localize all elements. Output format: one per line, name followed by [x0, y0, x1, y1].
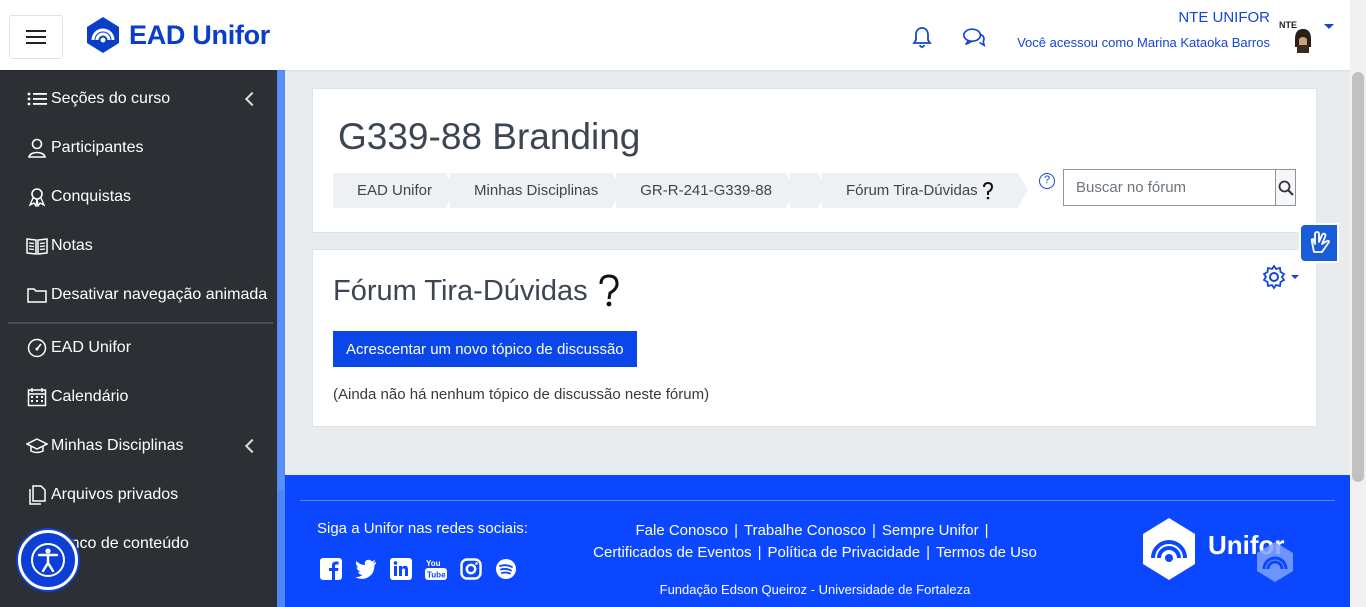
question-mark-icon	[599, 274, 619, 307]
footer-link[interactable]: Termos de Uso	[936, 544, 1037, 561]
footer: Siga a Unifor nas redes sociais: You Tube…	[285, 475, 1350, 607]
sidebar-item-participants[interactable]: Participantes	[26, 133, 144, 163]
empty-forum-message: (Ainda não há nenhum tópico de discussão…	[333, 386, 710, 403]
sidebar-divider	[8, 322, 273, 324]
breadcrumb-item[interactable]: Minhas Disciplinas	[450, 173, 623, 208]
unifor-logo-icon	[87, 17, 119, 53]
sidebar-item-label: Conquistas	[51, 188, 132, 205]
spotify-icon[interactable]	[494, 557, 517, 580]
brand-name: EAD Unifor	[129, 19, 270, 50]
sidebar-item-course-sections[interactable]: Seções do curso	[26, 84, 170, 114]
breadcrumb: EAD Unifor Minhas Disciplinas GR-R-241-G…	[333, 173, 1028, 208]
linkedin-icon[interactable]	[389, 557, 412, 580]
sidebar-item-disable-animated-nav[interactable]: Desativar navegação animada	[26, 280, 267, 310]
sidebar-item-label: Seções do curso	[51, 90, 171, 107]
foundation-text: Fundação Edson Queiroz - Universidade de…	[659, 582, 971, 597]
vlibras-button[interactable]	[1299, 223, 1339, 263]
sidebar-item-private-files[interactable]: Arquivos privados	[26, 480, 178, 510]
search-input[interactable]	[1064, 170, 1275, 205]
unifor-small-logo-icon	[1256, 542, 1293, 582]
social-label: Siga a Unifor nas redes sociais:	[317, 520, 528, 537]
page-scrollbar-thumb[interactable]	[1352, 72, 1364, 482]
accessibility-button[interactable]	[18, 530, 78, 590]
sign-language-icon	[1310, 231, 1330, 253]
chevron-down-icon[interactable]	[1324, 24, 1334, 29]
search-button[interactable]	[1275, 170, 1295, 205]
footer-divider	[300, 500, 1335, 501]
svg-text:Tube: Tube	[427, 570, 446, 579]
sidebar-item-label: Desativar navegação animada	[51, 286, 268, 303]
org-name: NTE UNIFOR	[1178, 9, 1270, 26]
twitter-icon[interactable]	[354, 557, 377, 580]
sidebar-item-my-courses[interactable]: Minhas Disciplinas	[26, 431, 184, 461]
footer-link[interactable]: Fale Conosco	[636, 522, 729, 539]
sidebar-item-calendar[interactable]: Calendário	[26, 382, 128, 412]
youtube-icon[interactable]: You Tube	[424, 557, 447, 580]
top-navbar: EAD Unifor NTE UNIFOR Você acessou como …	[0, 0, 1366, 70]
search-icon	[1278, 180, 1294, 196]
menu-toggle-button[interactable]	[9, 15, 63, 59]
sidebar-item-label: Arquivos privados	[51, 486, 179, 503]
accessibility-icon	[31, 543, 65, 577]
forum-title-text: Fórum Tira-Dúvidas	[333, 274, 588, 307]
award-icon	[26, 186, 48, 208]
user-menu[interactable]: NTE UNIFOR Você acessou como Marina Kata…	[1017, 8, 1270, 50]
footer-link[interactable]: Sempre Unifor	[882, 522, 979, 539]
sidebar-scrollbar-thumb[interactable]	[278, 70, 284, 490]
folder-icon	[26, 284, 48, 306]
social-links: You Tube	[319, 557, 517, 580]
sidebar-item-achievements[interactable]: Conquistas	[26, 182, 131, 212]
instagram-icon[interactable]	[459, 557, 482, 580]
facebook-icon[interactable]	[319, 557, 342, 580]
gear-icon	[1262, 264, 1286, 290]
breadcrumb-item[interactable]: EAD Unifor	[333, 173, 457, 208]
sidebar-item-label: EAD Unifor	[51, 339, 132, 356]
svg-text:You: You	[426, 559, 441, 568]
avatar[interactable]: NTE	[1279, 17, 1315, 53]
logged-in-as: Você acessou como Marina Kataoka Barros	[1017, 35, 1270, 50]
sidebar-item-label: Minhas Disciplinas	[51, 437, 184, 454]
sidebar-item-label: Notas	[51, 237, 93, 254]
footer-logo[interactable]: Unifor	[1140, 515, 1295, 583]
brand-logo[interactable]: EAD Unifor	[85, 14, 270, 56]
forum-search	[1063, 169, 1296, 206]
page-title: G339-88 Branding	[338, 116, 641, 157]
dashboard-icon	[26, 337, 48, 359]
forum-card: Fórum Tira-Dúvidas Acrescentar um novo t…	[312, 249, 1317, 427]
sidebar-item-ead-unifor[interactable]: EAD Unifor	[26, 333, 131, 363]
hamburger-icon	[26, 36, 46, 38]
add-discussion-button[interactable]: Acrescentar um novo tópico de discussão	[333, 331, 637, 367]
avatar-label: NTE	[1279, 20, 1297, 30]
forum-settings-menu[interactable]	[1261, 264, 1299, 290]
question-mark-icon	[982, 181, 993, 199]
chevron-down-icon	[1291, 275, 1299, 279]
unifor-logo-icon	[1143, 518, 1195, 580]
files-icon	[26, 484, 48, 506]
breadcrumb-item[interactable]: GR-R-241-G339-88	[616, 173, 796, 208]
notification-bell-icon[interactable]	[910, 25, 934, 49]
sidebar-item-label: Participantes	[51, 139, 144, 156]
breadcrumb-item-current[interactable]: Fórum Tira-Dúvidas	[821, 173, 1028, 208]
calendar-icon	[26, 386, 48, 408]
footer-links: Fale Conosco | Trabalhe Conosco | Sempre Uni…	[593, 522, 1037, 561]
course-header-card: G339-88 Branding EAD Unifor Minhas Disci…	[312, 88, 1317, 233]
footer-link[interactable]: Certificados de Eventos	[593, 544, 751, 561]
sidebar-item-grades[interactable]: Notas	[26, 231, 93, 261]
graduation-cap-icon	[26, 435, 48, 457]
page-scrollbar[interactable]	[1350, 0, 1366, 607]
sidebar-item-label: Calendário	[51, 388, 129, 405]
footer-link[interactable]: Política de Privacidade	[767, 544, 920, 561]
user-icon	[26, 137, 48, 159]
book-icon	[26, 235, 48, 257]
messages-icon[interactable]	[962, 25, 986, 49]
help-icon[interactable]: ?	[1039, 173, 1055, 189]
breadcrumb-label: Fórum Tira-Dúvidas	[845, 182, 978, 199]
list-icon	[26, 88, 48, 110]
forum-title: Fórum Tira-Dúvidas	[333, 274, 622, 308]
footer-link[interactable]: Trabalhe Conosco	[744, 522, 866, 539]
